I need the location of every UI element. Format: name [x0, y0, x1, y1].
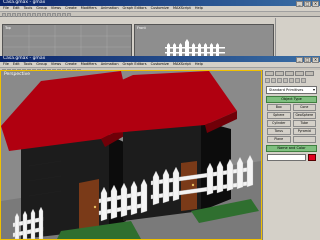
menu-create[interactable]: Create [65, 6, 77, 11]
box-button[interactable]: Box [267, 104, 291, 111]
menu-maxscript[interactable]: MAXScript [173, 62, 191, 67]
menu-graph-editors[interactable]: Graph Editors [123, 6, 147, 11]
sphere-button[interactable]: Sphere [267, 112, 291, 119]
menu-tools[interactable]: Tools [24, 6, 33, 11]
create-tab[interactable] [265, 71, 274, 76]
house-right-door-knob [191, 183, 195, 187]
menu-views[interactable]: Views [51, 6, 61, 11]
tube-button[interactable]: Tube [292, 120, 316, 127]
menu-edit[interactable]: Edit [13, 6, 20, 11]
front-window: Casa.gmax - gmax _ □ × File Edit Tools G… [0, 56, 320, 240]
maximize-icon[interactable]: □ [304, 0, 311, 7]
menu-modifiers[interactable]: Modifiers [81, 6, 97, 11]
menu-help[interactable]: Help [195, 62, 203, 67]
menu-group[interactable]: Group [36, 62, 47, 67]
toolbar-button[interactable] [67, 12, 71, 17]
lights-icon[interactable] [277, 78, 282, 83]
object-name-field[interactable] [267, 154, 306, 161]
perspective-viewport[interactable]: Perspective [0, 70, 262, 240]
menu-maxscript[interactable]: MAXScript [173, 6, 191, 11]
house-left-door-knob [93, 205, 97, 209]
menu-file[interactable]: File [3, 62, 9, 67]
toolbar-button[interactable] [7, 12, 11, 17]
top-viewport[interactable]: Top [2, 24, 132, 58]
pyramid-button[interactable]: Pyramid [292, 128, 316, 135]
spacewarps-icon[interactable] [295, 78, 300, 83]
front-title-bar: Casa.gmax - gmax _ □ × [0, 56, 320, 63]
create-category-icons [263, 77, 320, 84]
menu-animation[interactable]: Animation [101, 6, 119, 11]
menu-tools[interactable]: Tools [24, 62, 33, 67]
toolbar-button[interactable] [52, 12, 56, 17]
menu-file[interactable]: File [3, 6, 9, 11]
command-panel: Standard Primitives Object Type Box Cone… [262, 70, 320, 240]
perspective-viewport-label: Perspective [4, 72, 31, 77]
plane-button[interactable]: Plane [267, 136, 291, 143]
back-window: Casa.gmax - gmax _ □ × File Edit Tools G… [0, 0, 320, 64]
front-title: Casa.gmax - gmax [3, 56, 46, 61]
toolbar-button[interactable] [12, 12, 16, 17]
front-viewport[interactable]: Front [134, 24, 274, 58]
toolbar-button[interactable] [47, 12, 51, 17]
cylinder-button[interactable]: Cylinder [267, 120, 291, 127]
empty-button [292, 136, 316, 143]
menu-group[interactable]: Group [36, 6, 47, 11]
toolbar-button[interactable] [2, 12, 6, 17]
house-right-wall-side [201, 121, 231, 211]
house-right-door [181, 161, 197, 211]
object-color-swatch[interactable] [308, 154, 316, 161]
primitive-buttons: Box Cone Sphere GeoSphere Cylinder Tube … [267, 104, 316, 143]
front-window-controls: _ □ × [296, 56, 319, 63]
scene-render [1, 71, 261, 239]
cone-button[interactable]: Cone [292, 104, 316, 111]
primitive-type-dropdown[interactable]: Standard Primitives [266, 86, 317, 94]
toolbar-button[interactable] [27, 12, 31, 17]
toolbar-button[interactable] [62, 12, 66, 17]
toolbar-button[interactable] [22, 12, 26, 17]
top-viewport-grid [3, 25, 131, 57]
utilities-tab[interactable] [305, 71, 314, 76]
command-panel-tabs [263, 70, 320, 77]
toolbar-button[interactable] [37, 12, 41, 17]
toolbar-button[interactable] [57, 12, 61, 17]
back-main-toolbar [0, 12, 320, 17]
shapes-icon[interactable] [271, 78, 276, 83]
front-viewport-label: Front [137, 26, 146, 30]
menu-graph-editors[interactable]: Graph Editors [123, 62, 147, 67]
cameras-icon[interactable] [283, 78, 288, 83]
menu-edit[interactable]: Edit [13, 62, 20, 67]
toolbar-button[interactable] [17, 12, 21, 17]
object-type-rollout[interactable]: Object Type [266, 96, 317, 103]
display-tab[interactable] [295, 71, 304, 76]
minimize-icon[interactable]: _ [296, 56, 303, 63]
name-color-row [267, 154, 316, 161]
back-title: Casa.gmax - gmax [3, 0, 46, 5]
name-and-color-rollout[interactable]: Name and Color [266, 145, 317, 152]
toolbar-button[interactable] [42, 12, 46, 17]
minimize-icon[interactable]: _ [296, 0, 303, 7]
menu-help[interactable]: Help [195, 6, 203, 11]
back-title-bar: Casa.gmax - gmax _ □ × [0, 0, 320, 7]
close-icon[interactable]: × [312, 56, 319, 63]
maximize-icon[interactable]: □ [304, 56, 311, 63]
systems-icon[interactable] [301, 78, 306, 83]
top-viewport-label: Top [5, 26, 11, 30]
geometry-icon[interactable] [265, 78, 270, 83]
hierarchy-tab[interactable] [285, 71, 294, 76]
back-window-controls: _ □ × [296, 0, 319, 7]
menu-views[interactable]: Views [51, 62, 61, 67]
front-viewport-fence-preview [165, 39, 225, 56]
torus-button[interactable]: Torus [267, 128, 291, 135]
geosphere-button[interactable]: GeoSphere [292, 112, 316, 119]
menu-animation[interactable]: Animation [101, 62, 119, 67]
menu-modifiers[interactable]: Modifiers [81, 62, 97, 67]
close-icon[interactable]: × [312, 0, 319, 7]
toolbar-button[interactable] [32, 12, 36, 17]
menu-customize[interactable]: Customize [151, 62, 169, 67]
menu-customize[interactable]: Customize [151, 6, 169, 11]
menu-create[interactable]: Create [65, 62, 77, 67]
helpers-icon[interactable] [289, 78, 294, 83]
modify-tab[interactable] [275, 71, 284, 76]
